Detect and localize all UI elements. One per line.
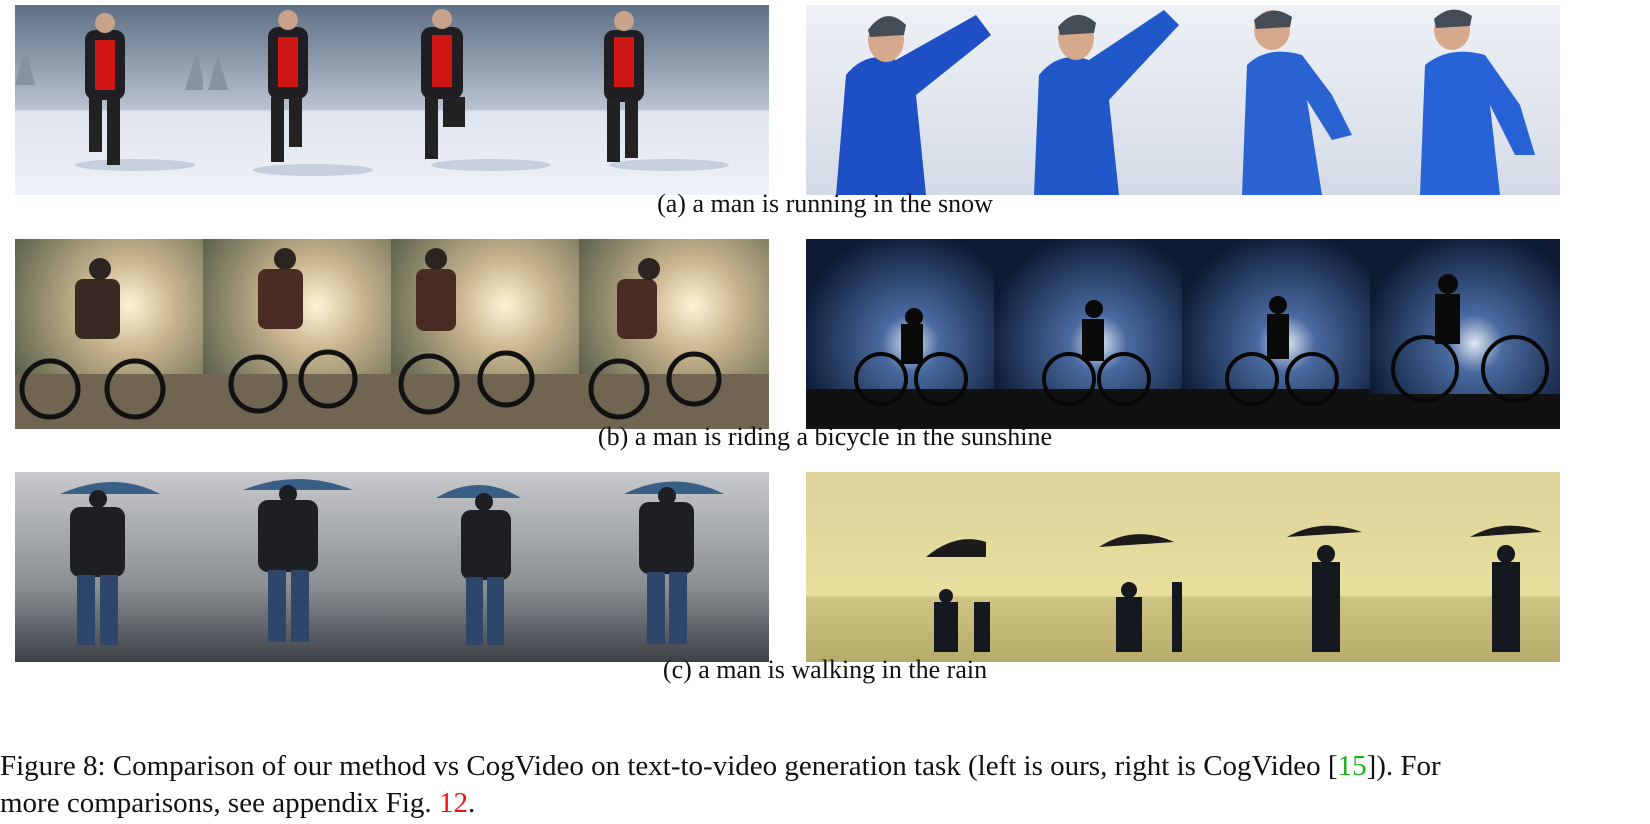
caption-row-a: (a) a man is running in the snow: [657, 189, 993, 218]
snow-cogvideo-frame-3: [1182, 5, 1372, 195]
bicycle-cogvideo-frame-1: [806, 239, 996, 429]
rain-cogvideo-frame-3: [1182, 472, 1372, 662]
snow-ours-frame-1: [15, 5, 205, 195]
bicycle-cogvideo-frame-3: [1182, 239, 1372, 429]
bicycle-ours-frame-2: [203, 239, 393, 429]
bicycle-cogvideo-frame-2: [994, 239, 1184, 429]
bicycle-ours-frame-1: [15, 239, 205, 429]
figure-caption-line-2: more comparisons, see appendix Fig. 12.: [0, 785, 1650, 822]
snow-cogvideo-frame-1: [806, 5, 996, 195]
figure-caption-text: more comparisons, see appendix Fig.: [0, 787, 439, 819]
snow-cogvideo-frame-4: [1370, 5, 1560, 195]
rain-ours-frame-3: [391, 472, 581, 662]
bicycle-cogvideo-frame-4: [1370, 239, 1560, 429]
figure-caption-text: ]). For: [1366, 750, 1441, 782]
rain-ours-frame-1: [15, 472, 205, 662]
caption-row-c: (c) a man is walking in the rain: [662, 655, 988, 684]
figure-caption: Figure 8: Comparison of our method vs Co…: [0, 748, 1650, 822]
rain-cogvideo-frame-4: [1370, 472, 1560, 662]
snow-ours-frame-4: [579, 5, 769, 195]
figure-caption-text: .: [467, 787, 476, 819]
snow-ours-frame-3: [391, 5, 581, 195]
figure-reference-link[interactable]: 12: [439, 787, 468, 819]
figure-caption-text: Figure 8: Comparison of our method vs Co…: [0, 750, 1338, 782]
figure-caption-line-1: Figure 8: Comparison of our method vs Co…: [0, 748, 1650, 785]
rain-ours-frame-2: [203, 472, 393, 662]
snow-cogvideo-frame-2: [994, 5, 1184, 195]
bicycle-ours-frame-3: [391, 239, 581, 429]
citation-link[interactable]: 15: [1338, 750, 1367, 782]
rain-cogvideo-frame-2: [994, 472, 1184, 662]
caption-row-b: (b) a man is riding a bicycle in the sun…: [597, 422, 1053, 451]
rain-cogvideo-frame-1: [806, 472, 996, 662]
rain-ours-frame-4: [579, 472, 769, 662]
snow-ours-frame-2: [203, 5, 393, 195]
bicycle-ours-frame-4: [579, 239, 769, 429]
